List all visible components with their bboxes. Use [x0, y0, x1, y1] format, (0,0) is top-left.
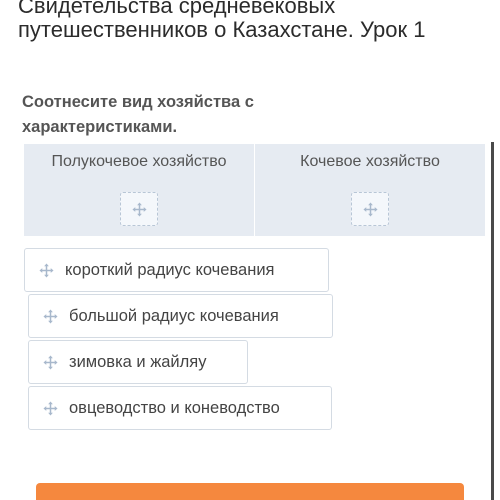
- drop-slot[interactable]: [351, 192, 389, 226]
- draggable-card[interactable]: зимовка и жайляу: [28, 340, 248, 384]
- card-label: зимовка и жайляу: [69, 352, 207, 371]
- task-title: Соотнесите вид хозяйства с характеристик…: [22, 93, 254, 136]
- scrollbar[interactable]: [491, 142, 494, 500]
- draggable-card[interactable]: короткий радиус кочевания: [24, 248, 329, 292]
- lesson-title: Свидетельства средневековых путешественн…: [18, 0, 426, 42]
- drop-column-nomadic[interactable]: Кочевое хозяйство: [255, 144, 485, 236]
- move-icon: [362, 201, 378, 217]
- drop-table: Полукочевое хозяйство Кочевое хозяйство: [24, 144, 485, 236]
- column-header: Кочевое хозяйство: [300, 153, 440, 170]
- draggable-card[interactable]: овцеводство и коневодство: [28, 386, 332, 430]
- drop-slot[interactable]: [120, 192, 158, 226]
- card-label: овцеводство и коневодство: [69, 398, 280, 417]
- column-header: Полукочевое хозяйство: [51, 153, 227, 170]
- card-label: большой радиус кочевания: [69, 306, 279, 325]
- move-icon: [43, 400, 58, 416]
- draggable-card[interactable]: большой радиус кочевания: [28, 294, 333, 338]
- drop-column-semi-nomadic[interactable]: Полукочевое хозяйство: [24, 144, 255, 236]
- move-icon: [131, 201, 147, 217]
- submit-button[interactable]: [36, 483, 464, 500]
- move-icon: [39, 262, 54, 278]
- move-icon: [43, 308, 58, 324]
- move-icon: [43, 354, 58, 370]
- card-label: короткий радиус кочевания: [65, 260, 275, 279]
